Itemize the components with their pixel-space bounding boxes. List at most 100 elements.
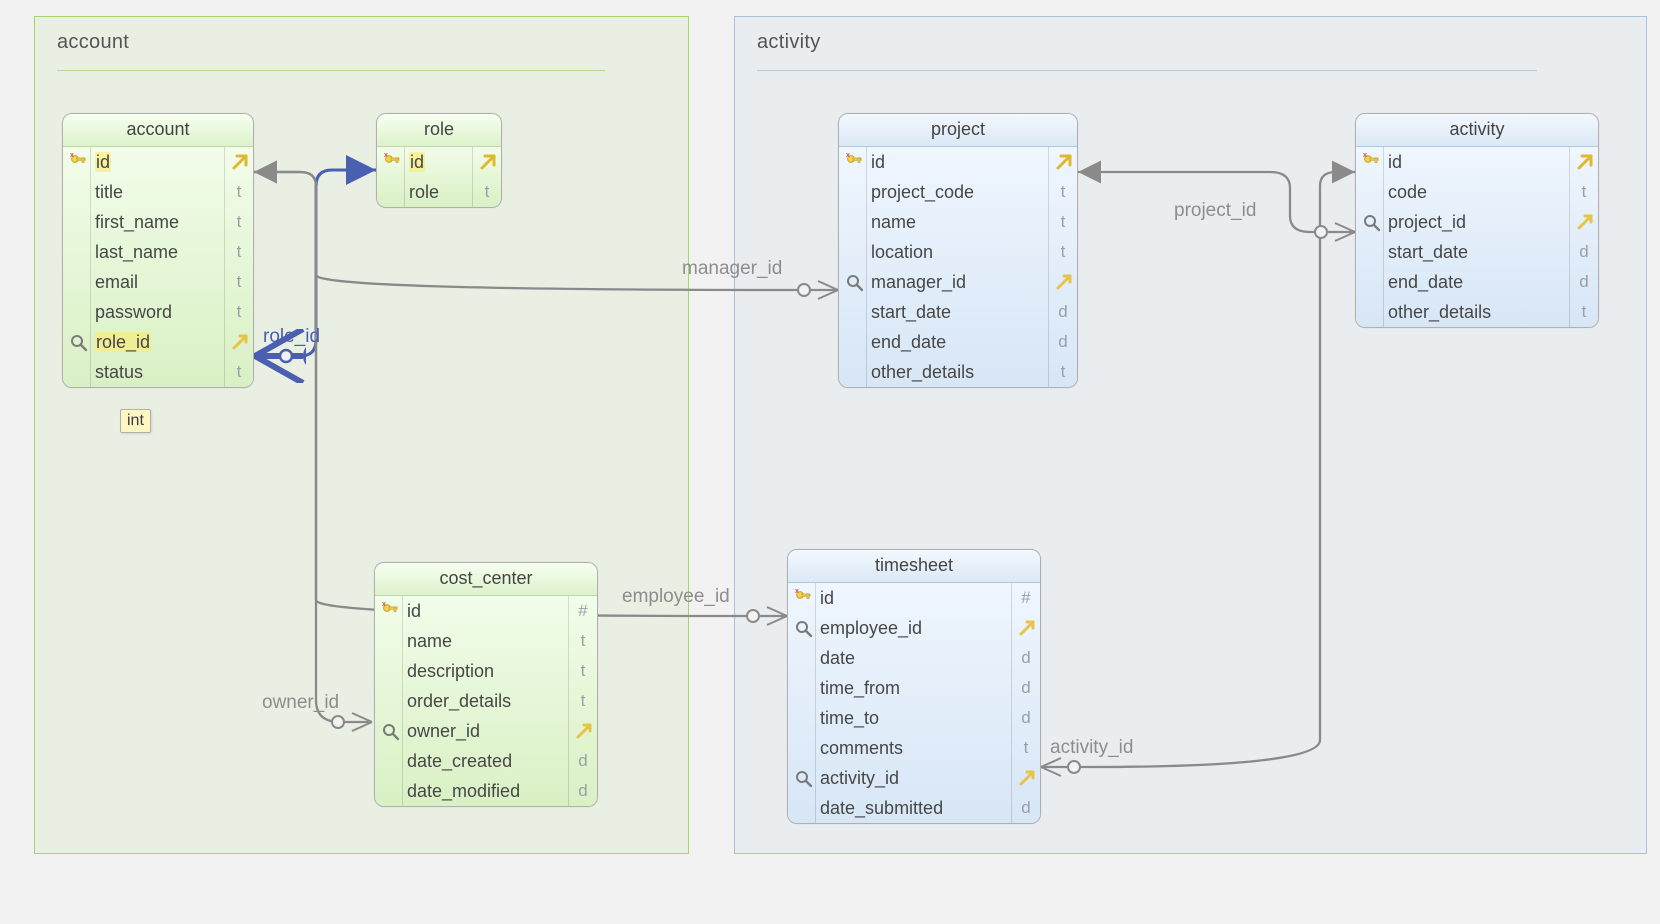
field-name[interactable]: end_date [867, 327, 1048, 357]
field-name[interactable]: project_code [867, 177, 1048, 207]
field-name[interactable]: email [91, 267, 224, 297]
field-name[interactable]: code [1384, 177, 1569, 207]
field-name[interactable]: end_date [1384, 267, 1569, 297]
field-icon [377, 177, 404, 207]
field-name[interactable]: id [816, 583, 1011, 613]
table-title: timesheet [788, 550, 1040, 583]
field-name[interactable]: other_details [867, 357, 1048, 387]
field-name[interactable]: status [91, 357, 224, 387]
rel-label-role_id: role_id [263, 326, 320, 348]
field-type: d [1012, 643, 1040, 673]
field-icon [63, 327, 90, 357]
field-type: d [569, 776, 597, 806]
field-name[interactable]: first_name [91, 207, 224, 237]
field-type [569, 716, 597, 746]
type-column: #dddtd [1012, 583, 1040, 823]
field-type: t [1049, 237, 1077, 267]
field-type: d [569, 746, 597, 776]
field-name[interactable]: role_id [91, 327, 224, 357]
group-title: account [57, 31, 666, 64]
field-name[interactable]: id [867, 147, 1048, 177]
field-name[interactable]: name [403, 626, 568, 656]
field-name[interactable]: date_modified [403, 776, 568, 806]
field-name[interactable]: comments [816, 733, 1011, 763]
field-type [473, 147, 501, 177]
type-column: tttttt [225, 147, 253, 387]
name-column: idemployee_iddatetime_fromtime_tocomment… [816, 583, 1012, 823]
rel-label-owner_id: owner_id [262, 692, 339, 714]
field-name[interactable]: activity_id [816, 763, 1011, 793]
field-name[interactable]: project_id [1384, 207, 1569, 237]
field-type [1049, 147, 1077, 177]
icon-column [63, 147, 91, 387]
field-name[interactable]: order_details [403, 686, 568, 716]
field-type [1570, 207, 1598, 237]
autoincrement-icon [1055, 153, 1075, 173]
field-name[interactable]: date_created [403, 746, 568, 776]
type-column: tddt [1570, 147, 1598, 327]
fk-arrow-icon [1055, 273, 1075, 293]
field-type: t [1570, 177, 1598, 207]
field-name[interactable]: description [403, 656, 568, 686]
field-name[interactable]: name [867, 207, 1048, 237]
divider [57, 70, 605, 71]
field-icon [63, 267, 90, 297]
field-type [1012, 763, 1040, 793]
field-type: d [1049, 327, 1077, 357]
table-role[interactable]: role idrole t [376, 113, 502, 208]
field-icon [375, 776, 402, 806]
field-name[interactable]: password [91, 297, 224, 327]
table-account[interactable]: account idtitlefirst_namelast_nameemailp… [62, 113, 254, 388]
fk-arrow-icon [575, 722, 595, 742]
field-name[interactable]: id [91, 147, 224, 177]
field-name[interactable]: date [816, 643, 1011, 673]
field-icon [839, 207, 866, 237]
field-type: t [225, 207, 253, 237]
field-type: t [1570, 297, 1598, 327]
field-icon [788, 703, 815, 733]
field-type: t [225, 267, 253, 297]
field-type: d [1012, 793, 1040, 823]
field-icon [839, 297, 866, 327]
field-icon [63, 207, 90, 237]
field-name[interactable]: role [405, 177, 472, 207]
field-type [225, 327, 253, 357]
field-type: t [569, 626, 597, 656]
field-type [1570, 147, 1598, 177]
foreign-key-icon [845, 273, 865, 293]
field-name[interactable]: manager_id [867, 267, 1048, 297]
field-name[interactable]: start_date [867, 297, 1048, 327]
field-name[interactable]: title [91, 177, 224, 207]
primary-key-icon [381, 602, 401, 622]
field-name[interactable]: time_to [816, 703, 1011, 733]
field-icon [1356, 207, 1383, 237]
field-icon [375, 686, 402, 716]
field-type: t [1049, 357, 1077, 387]
field-name[interactable]: start_date [1384, 237, 1569, 267]
field-name[interactable]: id [1384, 147, 1569, 177]
field-type: # [1012, 583, 1040, 613]
table-activity[interactable]: activity idcodeproject_idstart_dateend_d… [1355, 113, 1599, 328]
table-cost_center[interactable]: cost_center idnamedescriptionorder_detai… [374, 562, 598, 807]
field-name[interactable]: date_submitted [816, 793, 1011, 823]
name-column: idnamedescriptionorder_detailsowner_idda… [403, 596, 569, 806]
table-title: account [63, 114, 253, 147]
field-name[interactable]: last_name [91, 237, 224, 267]
field-name[interactable]: id [405, 147, 472, 177]
table-timesheet[interactable]: timesheet idemployee_iddatetime_fromtime… [787, 549, 1041, 824]
icon-column [377, 147, 405, 207]
field-name[interactable]: location [867, 237, 1048, 267]
field-icon [63, 237, 90, 267]
foreign-key-icon [1362, 213, 1382, 233]
field-name[interactable]: employee_id [816, 613, 1011, 643]
field-type [1049, 267, 1077, 297]
field-name[interactable]: id [403, 596, 568, 626]
table-project[interactable]: project idproject_codenamelocationmanage… [838, 113, 1078, 388]
field-icon [839, 327, 866, 357]
field-type: t [1012, 733, 1040, 763]
field-name[interactable]: other_details [1384, 297, 1569, 327]
field-name[interactable]: time_from [816, 673, 1011, 703]
field-name[interactable]: owner_id [403, 716, 568, 746]
field-icon [788, 733, 815, 763]
table-title: role [377, 114, 501, 147]
